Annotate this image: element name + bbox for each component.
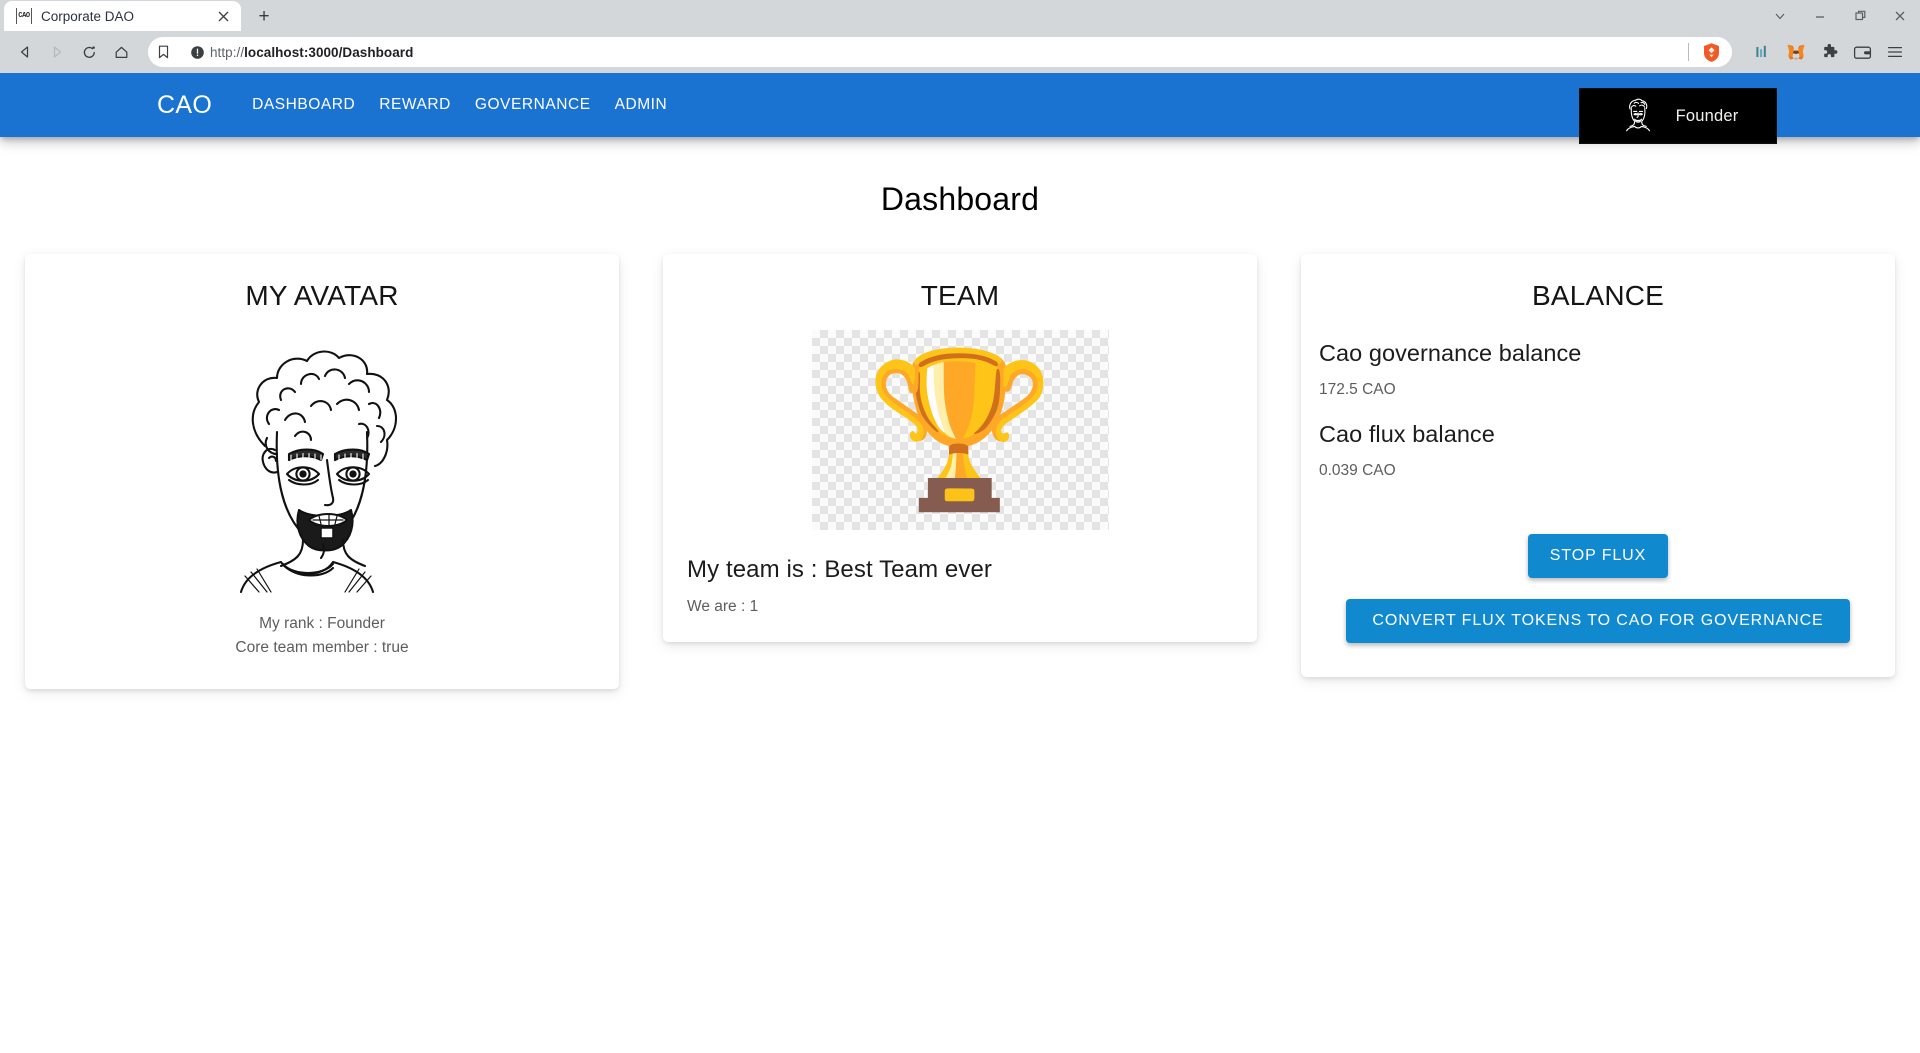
card-title-balance: BALANCE: [1531, 280, 1665, 311]
card-title-my-avatar: MY AVATAR: [245, 280, 399, 311]
flux-balance-label: Cao flux balance: [1319, 421, 1495, 447]
trophy-image: 🏆: [811, 330, 1109, 530]
avatar-illustration: [49, 328, 595, 596]
address-bar[interactable]: http://localhost:3000/Dashboard: [148, 37, 1732, 67]
nav-links: DASHBOARD REWARD GOVERNANCE ADMIN: [240, 88, 679, 122]
connection-info-icon[interactable]: [184, 37, 210, 67]
tab-list-icon[interactable]: [1760, 0, 1800, 31]
window-controls: [1760, 0, 1920, 31]
avatar-core-member-text: Core team member : true: [235, 638, 409, 656]
url-text: http://localhost:3000/Dashboard: [210, 44, 414, 60]
convert-flux-button[interactable]: CONVERT FLUX TOKENS TO CAO FOR GOVERNANC…: [1346, 599, 1850, 643]
page-title: Dashboard: [880, 181, 1040, 217]
tab-title: Corporate DAO: [41, 8, 135, 24]
nav-item-admin[interactable]: ADMIN: [603, 88, 680, 122]
brave-shields-icon[interactable]: [1698, 39, 1724, 65]
forward-icon: [42, 37, 72, 67]
extensions-puzzle-icon[interactable]: [1814, 37, 1844, 67]
nav-item-reward[interactable]: REWARD: [367, 88, 463, 122]
metamask-fox-icon[interactable]: [1781, 37, 1811, 67]
bookmark-icon[interactable]: [148, 37, 178, 67]
reload-icon[interactable]: [74, 37, 104, 67]
governance-balance-label: Cao governance balance: [1319, 340, 1582, 366]
nav-item-dashboard[interactable]: DASHBOARD: [240, 88, 367, 122]
trophy-icon: 🏆: [865, 345, 1055, 515]
card-title-team: TEAM: [920, 280, 1000, 311]
card-team: TEAM 🏆 My team is : Best Team ever We ar…: [663, 254, 1257, 642]
account-label: Founder: [1675, 106, 1739, 125]
nav-item-governance[interactable]: GOVERNANCE: [463, 88, 603, 122]
browser-chrome: CAO Corporate DAO + http://localhost:300…: [0, 0, 1920, 73]
browser-toolbar: http://localhost:3000/Dashboard: [0, 31, 1920, 73]
balance-actions: STOP FLUX CONVERT FLUX TOKENS TO CAO FOR…: [1319, 534, 1877, 643]
extension-toolbar: [1748, 37, 1910, 67]
urlbar-divider: [1688, 43, 1689, 61]
favicon-icon: CAO: [16, 8, 32, 24]
stop-flux-button[interactable]: STOP FLUX: [1527, 534, 1669, 578]
flux-balance-value: 0.039 CAO: [1319, 462, 1396, 479]
maximize-restore-icon[interactable]: [1840, 0, 1880, 31]
page-viewport: CAO DASHBOARD REWARD GOVERNANCE ADMIN Fo…: [0, 73, 1920, 1053]
brand-logo[interactable]: CAO: [157, 91, 212, 120]
governance-balance-row: Cao governance balance 172.5 CAO: [1319, 340, 1877, 399]
account-badge[interactable]: Founder: [1579, 88, 1777, 144]
avatar-meta: My rank : Founder Core team member : tru…: [49, 612, 595, 659]
window-close-icon[interactable]: [1880, 0, 1920, 31]
card-my-avatar: MY AVATAR My rank: Founder Core team me…: [25, 254, 619, 690]
sidebar-panel-icon[interactable]: [1748, 37, 1778, 67]
governance-balance-value: 172.5 CAO: [1319, 381, 1396, 398]
card-balance: BALANCE Cao governance balance 172.5 CAO…: [1301, 254, 1895, 677]
tab-strip: CAO Corporate DAO +: [0, 0, 1920, 31]
minimize-icon[interactable]: [1800, 0, 1840, 31]
avatar: [1618, 95, 1658, 137]
browser-menu-icon[interactable]: [1880, 37, 1910, 67]
avatar-rank-text: My rank : Founder: [259, 615, 385, 632]
browser-tab[interactable]: CAO Corporate DAO: [4, 1, 241, 31]
wallet-icon[interactable]: [1847, 37, 1877, 67]
flux-balance-row: Cao flux balance 0.039 CAO: [1319, 421, 1877, 480]
new-tab-button[interactable]: +: [250, 3, 278, 31]
team-count-text: We are : 1: [687, 598, 759, 615]
close-icon[interactable]: [214, 7, 232, 25]
home-icon[interactable]: [106, 37, 136, 67]
app-navbar: CAO DASHBOARD REWARD GOVERNANCE ADMIN Fo…: [0, 73, 1920, 144]
team-name-text: My team is : Best Team ever: [687, 556, 993, 583]
back-icon[interactable]: [10, 37, 40, 67]
dashboard-cards: MY AVATAR My rank: Founder Core team me…: [0, 254, 1920, 690]
